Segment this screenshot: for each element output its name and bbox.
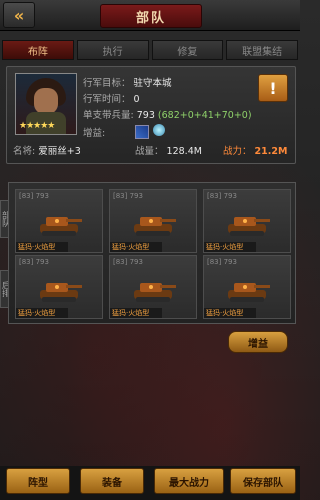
march-time-value: 0 xyxy=(133,94,140,105)
unit-name: 猛犸·火焰型 xyxy=(110,308,162,318)
tank-icon xyxy=(40,283,82,302)
tab-bar: 布阵 执行 修复 联盟集结 xyxy=(2,40,298,60)
unit-name: 猛犸·火焰型 xyxy=(16,242,68,252)
commander-name-label: 名将: xyxy=(13,146,36,157)
page-title: 部队 xyxy=(100,4,202,28)
unit-slot[interactable]: [83] 793 猛犸·火焰型 xyxy=(15,189,103,253)
march-time: 行军时间： 0 xyxy=(83,91,140,105)
tank-icon xyxy=(228,217,270,236)
tab-repair[interactable]: 修复 xyxy=(151,40,224,60)
tank-icon xyxy=(40,217,82,236)
tank-icon xyxy=(134,283,176,302)
troop-capacity: 单支带兵量: 793 (682+0+41+70+0) xyxy=(83,107,252,121)
unit-slot[interactable]: [83] 793 猛犸·火焰型 xyxy=(203,189,291,253)
power-label: 战力： xyxy=(223,146,252,157)
commander-name: 名将: 爱丽丝+3 xyxy=(13,143,81,157)
tab-execute[interactable]: 执行 xyxy=(76,40,149,60)
unit-name: 猛犸·火焰型 xyxy=(16,308,68,318)
double-chevron-left-icon: « xyxy=(13,5,25,25)
unit-name: 猛犸·火焰型 xyxy=(110,242,162,252)
strength: 战量： 128.4M xyxy=(135,143,202,157)
unit-count: [83] 793 xyxy=(113,192,143,200)
tab-formation[interactable]: 布阵 xyxy=(2,40,74,60)
exclamation-icon: ! xyxy=(269,78,277,98)
save-troops-button[interactable]: 保存部队 xyxy=(230,468,296,494)
skill-bonus-icon[interactable] xyxy=(135,125,149,139)
max-power-button[interactable]: 最大战力 xyxy=(154,468,224,494)
unit-name: 猛犸·火焰型 xyxy=(204,308,256,318)
unit-name: 猛犸·火焰型 xyxy=(204,242,256,252)
star-rating: ★★★★★ xyxy=(19,121,55,131)
march-target-value: 驻守本城 xyxy=(133,78,172,89)
unit-slot[interactable]: [83] 793 猛犸·火焰型 xyxy=(109,189,197,253)
troop-capacity-label: 单支带兵量: xyxy=(83,110,134,121)
unit-count: [83] 793 xyxy=(113,258,143,266)
boost-button[interactable]: 增益 xyxy=(228,331,288,353)
troop-capacity-value: 793 xyxy=(136,110,155,121)
unit-count: [83] 793 xyxy=(19,258,49,266)
equipment-button[interactable]: 装备 xyxy=(80,468,144,494)
tank-icon xyxy=(228,283,270,302)
unit-slot[interactable]: [83] 793 猛犸·火焰型 xyxy=(203,255,291,319)
tab-alliance-rally[interactable]: 联盟集结 xyxy=(226,40,298,60)
back-button[interactable]: « xyxy=(3,2,35,28)
alert-button[interactable]: ! xyxy=(258,74,288,102)
crystal-bonus-icon[interactable] xyxy=(153,124,165,136)
commander-name-value: 爱丽丝+3 xyxy=(38,146,81,157)
unit-grid: [83] 793 猛犸·火焰型 [83] 793 猛犸·火焰型 [83] 793 xyxy=(8,182,296,324)
power-value: 21.2M xyxy=(254,146,288,157)
formation-button[interactable]: 阵型 xyxy=(6,468,70,494)
march-info-panel: ★★★★★ 行军目标： 驻守本城 行军时间： 0 单支带兵量: 793 (682… xyxy=(6,66,296,164)
march-target-label: 行军目标： xyxy=(83,78,131,89)
tank-icon xyxy=(134,217,176,236)
troop-capacity-breakdown: (682+0+41+70+0) xyxy=(157,110,252,121)
unit-slot[interactable]: [83] 793 猛犸·火焰型 xyxy=(109,255,197,319)
unit-count: [83] 793 xyxy=(19,192,49,200)
power: 战力： 21.2M xyxy=(223,143,287,157)
unit-count: [83] 793 xyxy=(207,192,237,200)
march-time-label: 行军时间： xyxy=(83,94,131,105)
unit-slot[interactable]: [83] 793 猛犸·火焰型 xyxy=(15,255,103,319)
unit-count: [83] 793 xyxy=(207,258,237,266)
strength-label: 战量： xyxy=(135,146,164,157)
bonus-label: 增益: xyxy=(83,128,106,139)
strength-value: 128.4M xyxy=(166,146,202,157)
march-target: 行军目标： 驻守本城 xyxy=(83,75,172,89)
